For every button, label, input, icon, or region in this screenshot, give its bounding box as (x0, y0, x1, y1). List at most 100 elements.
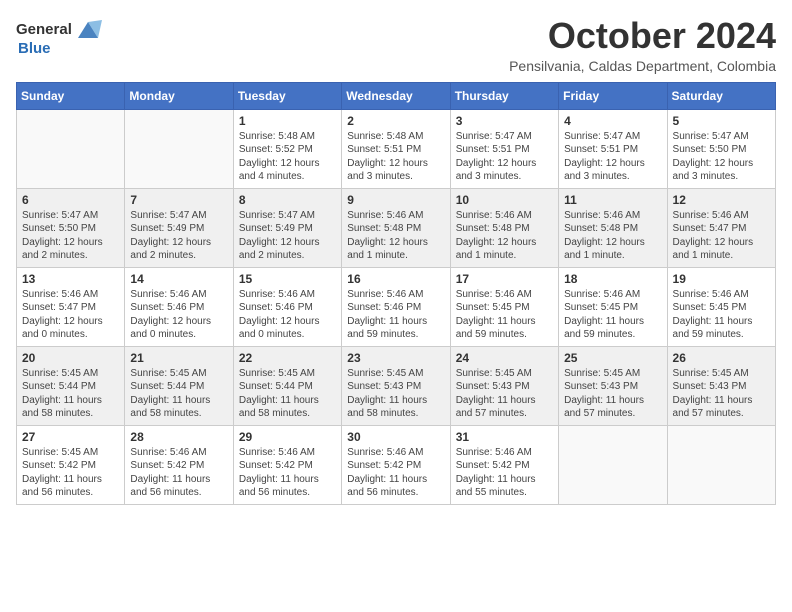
day-number: 24 (456, 351, 553, 365)
title-block: October 2024 Pensilvania, Caldas Departm… (509, 16, 776, 74)
day-info: Sunrise: 5:46 AM Sunset: 5:45 PM Dayligh… (564, 288, 661, 342)
col-header-tuesday: Tuesday (233, 82, 341, 109)
day-number: 1 (239, 114, 336, 128)
day-number: 17 (456, 272, 553, 286)
calendar-cell: 21 Sunrise: 5:45 AM Sunset: 5:44 PM Dayli… (125, 346, 233, 425)
calendar-cell: 23 Sunrise: 5:45 AM Sunset: 5:43 PM Dayli… (342, 346, 450, 425)
col-header-wednesday: Wednesday (342, 82, 450, 109)
calendar-cell: 3 Sunrise: 5:47 AM Sunset: 5:51 PM Daylig… (450, 109, 558, 188)
day-number: 13 (22, 272, 119, 286)
calendar-cell (17, 109, 125, 188)
page-header: General Blue October 2024 Pensilvania, C… (16, 16, 776, 74)
calendar-cell: 7Sunrise: 5:47 AM Sunset: 5:49 PM Daylig… (125, 188, 233, 267)
day-number: 10 (456, 193, 553, 207)
calendar-week-row: 27Sunrise: 5:45 AM Sunset: 5:42 PM Dayli… (17, 425, 776, 504)
logo-general: General (16, 21, 72, 39)
col-header-monday: Monday (125, 82, 233, 109)
calendar-cell (559, 425, 667, 504)
day-info: Sunrise: 5:45 AM Sunset: 5:44 PM Dayligh… (239, 367, 336, 421)
day-number: 3 (456, 114, 553, 128)
calendar-cell: 12 Sunrise: 5:46 AM Sunset: 5:47 PM Dayli… (667, 188, 775, 267)
calendar-cell: 4Sunrise: 5:47 AM Sunset: 5:51 PM Daylig… (559, 109, 667, 188)
day-number: 11 (564, 193, 661, 207)
calendar-cell: 28 Sunrise: 5:46 AM Sunset: 5:42 PM Dayli… (125, 425, 233, 504)
calendar-cell: 27Sunrise: 5:45 AM Sunset: 5:42 PM Dayli… (17, 425, 125, 504)
day-number: 16 (347, 272, 444, 286)
calendar-cell: 24 Sunrise: 5:45 AM Sunset: 5:43 PM Dayli… (450, 346, 558, 425)
day-info: Sunrise: 5:45 AM Sunset: 5:43 PM Dayligh… (347, 367, 444, 421)
day-number: 25 (564, 351, 661, 365)
calendar-cell: 20Sunrise: 5:45 AM Sunset: 5:44 PM Dayli… (17, 346, 125, 425)
day-info: Sunrise: 5:45 AM Sunset: 5:44 PM Dayligh… (130, 367, 227, 421)
day-number: 26 (673, 351, 770, 365)
calendar-cell (125, 109, 233, 188)
calendar-cell: 18Sunrise: 5:46 AM Sunset: 5:45 PM Dayli… (559, 267, 667, 346)
day-info: Sunrise: 5:47 AM Sunset: 5:51 PM Dayligh… (456, 130, 553, 184)
calendar-cell: 22 Sunrise: 5:45 AM Sunset: 5:44 PM Dayli… (233, 346, 341, 425)
calendar-cell: 31Sunrise: 5:46 AM Sunset: 5:42 PM Dayli… (450, 425, 558, 504)
day-info: Sunrise: 5:48 AM Sunset: 5:51 PM Dayligh… (347, 130, 444, 184)
day-number: 20 (22, 351, 119, 365)
calendar-cell: 25 Sunrise: 5:45 AM Sunset: 5:43 PM Dayli… (559, 346, 667, 425)
day-info: Sunrise: 5:47 AM Sunset: 5:51 PM Dayligh… (564, 130, 661, 184)
calendar-week-row: 20 Sunrise: 5:45 AM Sunset: 5:44 PM Dayli… (17, 346, 776, 425)
logo: General Blue (16, 16, 102, 58)
day-info: Sunrise: 5:46 AM Sunset: 5:46 PM Dayligh… (239, 288, 336, 342)
day-number: 12 (673, 193, 770, 207)
calendar-header-row: SundayMondayTuesdayWednesdayThursdayFrid… (17, 82, 776, 109)
day-info: Sunrise: 5:46 AM Sunset: 5:45 PM Dayligh… (673, 288, 770, 342)
calendar-week-row: 1Sunrise: 5:48 AM Sunset: 5:52 PM Daylig… (17, 109, 776, 188)
calendar-cell: 15 Sunrise: 5:46 AM Sunset: 5:46 PM Dayli… (233, 267, 341, 346)
calendar-cell: 16 Sunrise: 5:46 AM Sunset: 5:46 PM Dayli… (342, 267, 450, 346)
calendar-week-row: 13 Sunrise: 5:46 AM Sunset: 5:47 PM Dayli… (17, 267, 776, 346)
calendar-cell: 26Sunrise: 5:45 AM Sunset: 5:43 PM Dayli… (667, 346, 775, 425)
calendar-cell: 17 Sunrise: 5:46 AM Sunset: 5:45 PM Dayli… (450, 267, 558, 346)
day-number: 29 (239, 430, 336, 444)
day-info: Sunrise: 5:47 AM Sunset: 5:50 PM Dayligh… (673, 130, 770, 184)
day-number: 7 (130, 193, 227, 207)
col-header-friday: Friday (559, 82, 667, 109)
day-number: 22 (239, 351, 336, 365)
month-title: October 2024 (509, 16, 776, 56)
calendar-cell: 8Sunrise: 5:47 AM Sunset: 5:49 PM Daylig… (233, 188, 341, 267)
calendar-cell: 6 Sunrise: 5:47 AM Sunset: 5:50 PM Daylig… (17, 188, 125, 267)
day-number: 28 (130, 430, 227, 444)
day-info: Sunrise: 5:46 AM Sunset: 5:46 PM Dayligh… (130, 288, 227, 342)
day-info: Sunrise: 5:46 AM Sunset: 5:42 PM Dayligh… (456, 446, 553, 500)
location-subtitle: Pensilvania, Caldas Department, Colombia (509, 58, 776, 74)
day-info: Sunrise: 5:46 AM Sunset: 5:48 PM Dayligh… (564, 209, 661, 263)
day-number: 14 (130, 272, 227, 286)
day-info: Sunrise: 5:46 AM Sunset: 5:48 PM Dayligh… (456, 209, 553, 263)
calendar-cell: 19Sunrise: 5:46 AM Sunset: 5:45 PM Dayli… (667, 267, 775, 346)
day-info: Sunrise: 5:46 AM Sunset: 5:47 PM Dayligh… (22, 288, 119, 342)
calendar-cell: 2 Sunrise: 5:48 AM Sunset: 5:51 PM Daylig… (342, 109, 450, 188)
day-info: Sunrise: 5:45 AM Sunset: 5:43 PM Dayligh… (456, 367, 553, 421)
day-info: Sunrise: 5:46 AM Sunset: 5:42 PM Dayligh… (130, 446, 227, 500)
calendar-table: SundayMondayTuesdayWednesdayThursdayFrid… (16, 82, 776, 505)
day-number: 8 (239, 193, 336, 207)
logo-icon (74, 16, 102, 44)
calendar-cell: 29Sunrise: 5:46 AM Sunset: 5:42 PM Dayli… (233, 425, 341, 504)
day-number: 21 (130, 351, 227, 365)
col-header-thursday: Thursday (450, 82, 558, 109)
day-info: Sunrise: 5:45 AM Sunset: 5:43 PM Dayligh… (564, 367, 661, 421)
day-number: 23 (347, 351, 444, 365)
day-info: Sunrise: 5:46 AM Sunset: 5:47 PM Dayligh… (673, 209, 770, 263)
day-info: Sunrise: 5:47 AM Sunset: 5:50 PM Dayligh… (22, 209, 119, 263)
day-info: Sunrise: 5:46 AM Sunset: 5:48 PM Dayligh… (347, 209, 444, 263)
day-number: 5 (673, 114, 770, 128)
day-number: 6 (22, 193, 119, 207)
day-info: Sunrise: 5:46 AM Sunset: 5:45 PM Dayligh… (456, 288, 553, 342)
calendar-cell (667, 425, 775, 504)
day-info: Sunrise: 5:46 AM Sunset: 5:46 PM Dayligh… (347, 288, 444, 342)
col-header-saturday: Saturday (667, 82, 775, 109)
calendar-cell: 1Sunrise: 5:48 AM Sunset: 5:52 PM Daylig… (233, 109, 341, 188)
day-number: 15 (239, 272, 336, 286)
calendar-week-row: 6 Sunrise: 5:47 AM Sunset: 5:50 PM Daylig… (17, 188, 776, 267)
logo-blue: Blue (18, 40, 51, 58)
day-number: 2 (347, 114, 444, 128)
day-number: 30 (347, 430, 444, 444)
calendar-cell: 11 Sunrise: 5:46 AM Sunset: 5:48 PM Dayli… (559, 188, 667, 267)
calendar-cell: 10 Sunrise: 5:46 AM Sunset: 5:48 PM Dayli… (450, 188, 558, 267)
calendar-cell: 30Sunrise: 5:46 AM Sunset: 5:42 PM Dayli… (342, 425, 450, 504)
